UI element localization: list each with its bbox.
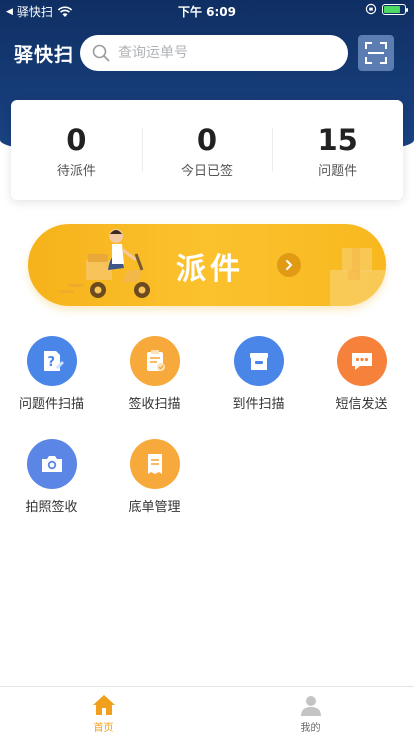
message-icon bbox=[336, 336, 387, 386]
tab-bar: 首页 我的 bbox=[0, 686, 414, 736]
question-doc-icon: ? bbox=[26, 336, 77, 386]
app-title: 驿快扫 bbox=[14, 44, 75, 66]
battery-icon bbox=[382, 3, 408, 15]
grid-label: 底单管理 bbox=[128, 500, 181, 515]
receipt-icon bbox=[129, 439, 180, 489]
grid-label: 问题件扫描 bbox=[18, 397, 84, 412]
home-icon bbox=[92, 695, 115, 715]
box-icon bbox=[233, 336, 284, 386]
search-bar[interactable] bbox=[80, 35, 348, 71]
tab-mine[interactable]: 我的 bbox=[207, 687, 414, 736]
chevron-right-icon bbox=[277, 253, 301, 277]
status-right bbox=[365, 3, 408, 15]
user-icon bbox=[300, 696, 321, 716]
stat-label: 待派件 bbox=[56, 163, 96, 179]
status-time: 下午 6:09 bbox=[177, 5, 237, 19]
tab-home[interactable]: 首页 bbox=[0, 687, 207, 736]
stat-pending-dispatch[interactable]: 0 待派件 bbox=[11, 100, 142, 200]
grid-label: 到件扫描 bbox=[232, 397, 285, 412]
stat-problem-items[interactable]: 15 问题件 bbox=[272, 100, 403, 200]
dispatch-label: 派件 bbox=[176, 252, 244, 287]
camera-icon bbox=[26, 439, 77, 489]
stat-label: 今日已签 bbox=[181, 163, 234, 179]
stat-value: 0 bbox=[196, 122, 218, 157]
problem-scan-button[interactable]: ? 问题件扫描 bbox=[0, 336, 103, 412]
sign-scan-button[interactable]: 签收扫描 bbox=[103, 336, 206, 412]
delivery-scooter-illustration bbox=[60, 229, 150, 298]
grid-label: 拍照签收 bbox=[25, 500, 78, 515]
arrival-scan-button[interactable]: 到件扫描 bbox=[207, 336, 310, 412]
receipt-manage-button[interactable]: 底单管理 bbox=[103, 439, 206, 515]
stat-value: 0 bbox=[66, 122, 87, 157]
svg-text:?: ? bbox=[47, 355, 55, 370]
search-input[interactable] bbox=[118, 45, 338, 61]
dispatch-button[interactable]: 派件 bbox=[28, 224, 386, 306]
grid-label: 短信发送 bbox=[335, 397, 388, 412]
status-bar: ◀ 驿快扫 下午 6:09 bbox=[0, 0, 414, 20]
sms-send-button[interactable]: 短信发送 bbox=[310, 336, 413, 412]
stat-label: 问题件 bbox=[318, 163, 358, 179]
search-icon bbox=[92, 44, 110, 62]
scan-icon bbox=[365, 42, 387, 64]
stat-signed-today[interactable]: 0 今日已签 bbox=[141, 100, 273, 200]
home-screen: ◀ 驿快扫 下午 6:09 驿快扫 查询运单号 0 待派件 0 今日已签 15 … bbox=[0, 0, 414, 736]
tab-label: 首页 bbox=[93, 723, 114, 734]
tab-label: 我的 bbox=[300, 723, 321, 734]
parcel-boxes-illustration bbox=[330, 248, 386, 306]
clipboard-check-icon bbox=[129, 336, 180, 386]
scan-button[interactable] bbox=[358, 35, 394, 71]
grid-label: 签收扫描 bbox=[128, 397, 181, 412]
stats-card: 0 待派件 0 今日已签 15 问题件 bbox=[11, 100, 403, 200]
stat-value: 15 bbox=[317, 122, 358, 157]
orientation-lock-icon bbox=[365, 3, 377, 15]
photo-sign-button[interactable]: 拍照签收 bbox=[0, 439, 103, 515]
